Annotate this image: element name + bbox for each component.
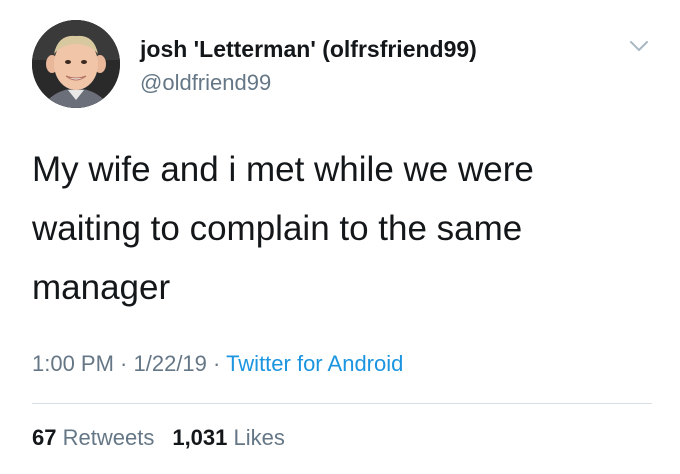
tweet-stats: 67 Retweets 1,031 Likes xyxy=(32,425,285,451)
tweet-text: My wife and i met while we were waiting … xyxy=(32,150,534,307)
retweets-count: 67 xyxy=(32,425,57,450)
tweet-metadata: 1:00 PM · 1/22/19 · Twitter for Android xyxy=(32,351,403,377)
tweet-time[interactable]: 1:00 PM xyxy=(32,351,114,376)
chevron-down-icon[interactable] xyxy=(628,38,650,54)
user-handle[interactable]: @oldfriend99 xyxy=(140,70,271,96)
meta-separator: · xyxy=(206,351,227,376)
profile-photo xyxy=(32,20,120,108)
tweet-date[interactable]: 1/22/19 xyxy=(134,351,207,376)
avatar[interactable] xyxy=(32,20,120,108)
retweets-stat[interactable]: 67 Retweets xyxy=(32,425,154,450)
likes-label: Likes xyxy=(233,425,285,450)
retweets-label: Retweets xyxy=(62,425,155,450)
likes-count: 1,031 xyxy=(172,425,228,450)
meta-separator: · xyxy=(113,351,134,376)
tweet-card: josh 'Letterman' (olfrsfriend99) @oldfri… xyxy=(0,0,680,474)
tweet-source-link[interactable]: Twitter for Android xyxy=(226,351,403,376)
divider xyxy=(32,403,652,404)
likes-stat[interactable]: 1,031 Likes xyxy=(172,425,285,450)
display-name[interactable]: josh 'Letterman' (olfrsfriend99) xyxy=(140,36,477,63)
